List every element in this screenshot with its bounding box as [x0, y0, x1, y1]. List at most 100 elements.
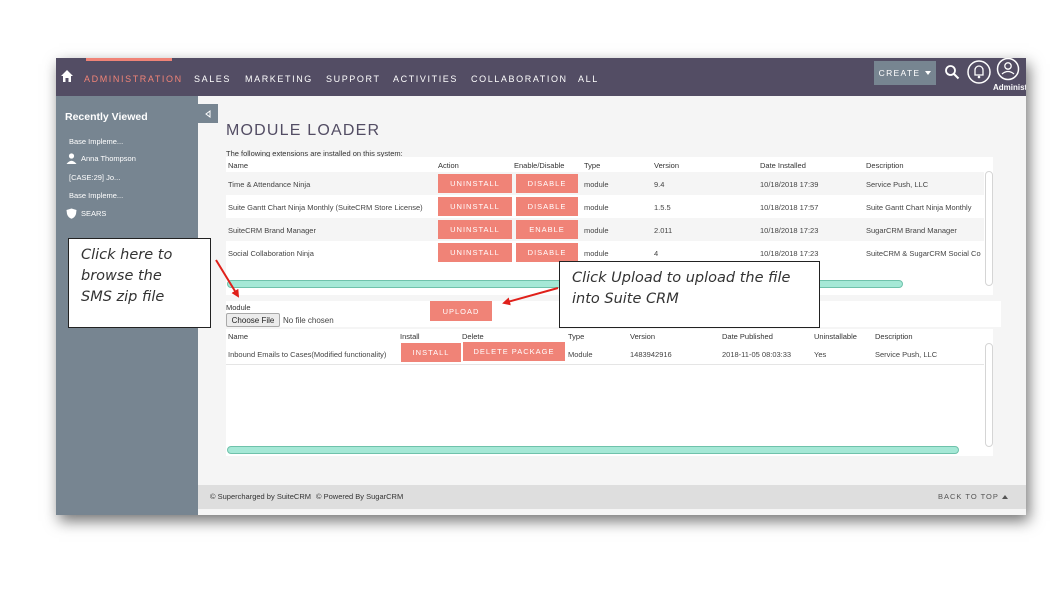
user-avatar-icon[interactable]	[996, 58, 1020, 81]
nav-administration[interactable]: ADMINISTRATION	[84, 74, 183, 84]
extension-date: 10/18/2018 17:23	[760, 249, 819, 258]
disable-button[interactable]: DISABLE	[516, 197, 578, 216]
nav-support[interactable]: SUPPORT	[326, 74, 381, 84]
search-icon[interactable]	[944, 64, 960, 80]
delete-package-button[interactable]: DELETE PACKAGE	[463, 342, 565, 361]
uninstall-button[interactable]: UNINSTALL	[438, 197, 512, 216]
column-header: Action	[438, 161, 459, 170]
choose-file-button[interactable]: Choose File	[226, 313, 280, 327]
upload-button[interactable]: UPLOAD	[430, 301, 492, 321]
column-header: Name	[228, 161, 249, 170]
collapse-left-icon	[205, 109, 211, 118]
table-row: Inbound Emails to Cases(Modified functio…	[226, 342, 984, 365]
active-tab-indicator	[86, 58, 172, 61]
vertical-scrollbar[interactable]	[985, 343, 993, 447]
callout-line: SMS zip file	[81, 289, 165, 305]
package-type: Module	[568, 350, 593, 359]
extension-version: 9.4	[654, 180, 665, 189]
enable-button[interactable]: ENABLE	[516, 220, 578, 239]
column-header: Delete	[462, 332, 484, 341]
nav-marketing[interactable]: MARKETING	[245, 74, 313, 84]
recent-item-label: Base Impleme...	[69, 137, 124, 146]
nav-activities[interactable]: ACTIVITIES	[393, 74, 458, 84]
extension-date: 10/18/2018 17:39	[760, 180, 819, 189]
package-date-published: 2018-11-05 08:03:33	[722, 350, 792, 359]
back-to-top-label: BACK TO TOP	[938, 492, 999, 501]
powered-by-text[interactable]: © Powered By SugarCRM	[316, 492, 403, 501]
recent-item-label: Anna Thompson	[81, 154, 136, 163]
recent-item-label: [CASE:29] Jo...	[69, 173, 121, 182]
install-button[interactable]: INSTALL	[401, 343, 461, 362]
table-row: Time & Attendance Ninja UNINSTALL DISABL…	[226, 172, 984, 195]
vertical-scrollbar[interactable]	[985, 171, 993, 286]
extension-description: SugarCRM Brand Manager	[866, 226, 957, 235]
extension-version: 4	[654, 249, 659, 258]
callout-line: Click here to	[81, 247, 173, 263]
callout-line: Click Upload to upload the file	[572, 270, 791, 286]
extension-type: module	[584, 226, 609, 235]
shield-icon	[66, 208, 77, 219]
extension-date: 10/18/2018 17:23	[760, 226, 819, 235]
column-header: Type	[568, 332, 585, 341]
module-label: Module	[226, 303, 251, 312]
uninstall-button[interactable]: UNINSTALL	[438, 220, 512, 239]
recent-item-label: SEARS	[81, 209, 107, 218]
column-header: Uninstallable	[814, 332, 857, 341]
extension-type: module	[584, 180, 609, 189]
nav-all[interactable]: ALL	[578, 74, 599, 84]
footer: © Supercharged by SuiteCRM © Powered By …	[198, 485, 1026, 509]
top-navigation-bar: ADMINISTRATION SALES MARKETING SUPPORT A…	[56, 58, 1026, 96]
column-header: Version	[630, 332, 656, 341]
callout-line: browse the	[81, 268, 162, 284]
package-version: 1483942916	[630, 350, 672, 359]
uninstall-button[interactable]: UNINSTALL	[438, 243, 512, 262]
extension-name: Social Collaboration Ninja	[228, 249, 314, 258]
recent-item[interactable]: [CASE:29] Jo...	[69, 173, 120, 182]
recent-item-label: Base Impleme...	[69, 191, 124, 200]
callout-line: into Suite CRM	[572, 291, 679, 307]
caret-up-icon	[1001, 494, 1008, 499]
extension-description: Suite Gantt Chart Ninja Monthly	[866, 203, 972, 212]
page-title: MODULE LOADER	[226, 122, 381, 139]
extension-name: Time & Attendance Ninja	[228, 180, 311, 189]
extension-type: module	[584, 203, 609, 212]
notifications-icon[interactable]	[966, 59, 992, 85]
recent-item[interactable]: Base Impleme...	[69, 191, 123, 200]
sidebar-toggle-button[interactable]	[198, 104, 218, 123]
person-icon	[66, 153, 77, 164]
column-header: Version	[654, 161, 680, 170]
caret-down-icon	[925, 71, 932, 75]
disable-button[interactable]: DISABLE	[516, 174, 578, 193]
extension-date: 10/18/2018 17:57	[760, 203, 819, 212]
column-header: Enable/Disable	[514, 161, 565, 170]
create-button[interactable]: CREATE	[874, 61, 936, 85]
disable-button[interactable]: DISABLE	[516, 243, 578, 262]
create-label: CREATE	[878, 68, 921, 78]
extension-type: module	[584, 249, 609, 258]
supercharged-by-text[interactable]: © Supercharged by SuiteCRM	[210, 492, 311, 501]
recently-viewed-title: Recently Viewed	[65, 111, 148, 123]
column-header: Date Published	[722, 332, 773, 341]
nav-collaboration[interactable]: COLLABORATION	[471, 74, 568, 84]
column-header: Description	[875, 332, 913, 341]
extension-description: SuiteCRM & SugarCRM Social Co	[866, 249, 981, 258]
extension-version: 2.011	[654, 226, 673, 235]
packages-table: Name Install Delete Type Version Date Pu…	[226, 329, 993, 456]
upload-callout: Click Upload to upload the file into Sui…	[559, 261, 820, 328]
browse-callout: Click here to browse the SMS zip file	[68, 238, 211, 328]
extension-version: 1.5.5	[654, 203, 671, 212]
recent-item[interactable]: Anna Thompson	[66, 153, 136, 164]
horizontal-scrollbar[interactable]	[227, 446, 959, 454]
home-icon[interactable]	[60, 69, 74, 83]
extension-description: Service Push, LLC	[866, 180, 929, 189]
no-file-chosen-text: No file chosen	[283, 316, 334, 325]
table-row: SuiteCRM Brand Manager UNINSTALL ENABLE …	[226, 218, 984, 241]
uninstall-button[interactable]: UNINSTALL	[438, 174, 512, 193]
column-header: Date Installed	[760, 161, 806, 170]
recent-item[interactable]: SEARS	[66, 208, 106, 219]
extension-name: SuiteCRM Brand Manager	[228, 226, 316, 235]
user-menu-label[interactable]: Administ	[993, 83, 1026, 92]
back-to-top-link[interactable]: BACK TO TOP	[938, 492, 1008, 501]
recent-item[interactable]: Base Impleme...	[69, 137, 123, 146]
nav-sales[interactable]: SALES	[194, 74, 231, 84]
